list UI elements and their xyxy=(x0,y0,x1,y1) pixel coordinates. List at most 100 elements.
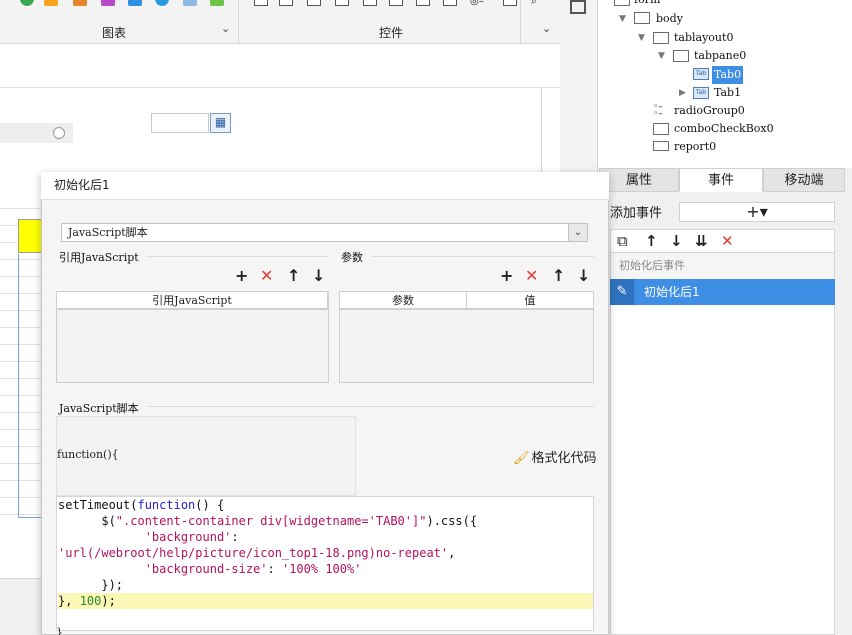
date-control-icon[interactable] xyxy=(363,0,377,6)
tree-node-tab1[interactable]: Tab1 xyxy=(714,84,741,102)
copy-icon[interactable]: ⧉ xyxy=(617,233,628,249)
js-script-section-label: JavaScript脚本 xyxy=(59,402,139,415)
image-control-icon[interactable] xyxy=(416,0,430,6)
move-to-bottom-icon[interactable]: ⇊ xyxy=(695,233,708,249)
chevron-down-icon[interactable]: ⌄ xyxy=(568,224,587,241)
search-control-icon[interactable]: ⌕ xyxy=(531,0,545,8)
event-item-label: 初始化后1 xyxy=(644,285,700,299)
gauge-chart-icon[interactable] xyxy=(155,0,169,6)
calendar-icon[interactable]: ▦ xyxy=(210,113,231,133)
more-charts-icon[interactable] xyxy=(210,0,224,6)
ribbon-toolbar: 图表 ⌄ ◎– ⌕ 控件 ⌄ xyxy=(0,0,560,44)
report-cell[interactable] xyxy=(18,219,42,253)
ribbon-group-controls-label: 控件 xyxy=(379,26,404,40)
section-divider xyxy=(147,406,594,407)
layout-grid-icon[interactable] xyxy=(570,0,586,14)
combo-checkbox-icon xyxy=(653,123,669,135)
tree-node-tablayout[interactable]: tablayout0 xyxy=(674,29,733,47)
body-icon xyxy=(634,12,650,24)
chevron-down-icon[interactable]: ⌄ xyxy=(542,22,551,35)
tree-node-combocheckbox[interactable]: comboCheckBox0 xyxy=(674,120,774,138)
params-table: 参数 值 xyxy=(339,291,594,383)
radio-control-icon[interactable]: ◎– xyxy=(470,0,484,8)
section-divider xyxy=(146,256,328,257)
dialog-title: 初始化后1 xyxy=(41,172,609,200)
chevron-down-icon[interactable]: ▼ xyxy=(619,14,626,24)
report-widget-frame xyxy=(18,254,42,518)
value-column-header[interactable]: 值 xyxy=(467,292,593,310)
chevron-down-icon[interactable]: ⌄ xyxy=(221,22,230,35)
label-control-icon[interactable] xyxy=(443,0,457,6)
code-line-6: }); xyxy=(58,578,124,592)
tab-properties[interactable]: 属性 xyxy=(599,168,679,192)
format-code-label: 格式化代码 xyxy=(531,451,597,466)
pie-chart-icon[interactable] xyxy=(20,0,34,6)
chevron-down-icon[interactable]: ▼ xyxy=(638,33,645,43)
tree-node-report[interactable]: report0 xyxy=(674,138,716,156)
ref-js-section-label: 引用JavaScript xyxy=(59,251,139,264)
button-control-icon[interactable] xyxy=(254,0,268,6)
ribbon-divider xyxy=(238,0,239,44)
tree-node-tab0[interactable]: Tab0 xyxy=(712,66,744,84)
add-icon[interactable]: + xyxy=(500,268,513,284)
report-icon xyxy=(653,141,669,151)
number-control-icon[interactable] xyxy=(389,0,403,6)
delete-icon[interactable]: ✕ xyxy=(525,268,538,284)
event-group-label: 初始化后事件 xyxy=(610,253,835,279)
widget-tree: form ▼ body ▼ tablayout0 ▼ tabpane0 Tab … xyxy=(599,0,852,168)
format-code-button[interactable]: 🖌 格式化代码 xyxy=(513,447,597,466)
ref-js-table: 引用JavaScript xyxy=(56,291,329,383)
bar-chart-icon[interactable] xyxy=(44,0,58,6)
code-line-7: }, 100); xyxy=(58,593,593,609)
arrow-up-icon[interactable]: ↑ xyxy=(552,268,565,284)
add-event-button[interactable]: +▾ xyxy=(679,202,835,222)
ribbon-group-chart-label: 图表 xyxy=(102,26,127,40)
code-line-4: 'url(/webroot/help/picture/icon_top1-18.… xyxy=(58,546,456,560)
params-section-label: 参数 xyxy=(341,251,363,264)
tab-mobile[interactable]: 移动端 xyxy=(763,168,845,192)
event-list-item[interactable]: ✎ 初始化后1 xyxy=(610,279,835,305)
code-line-5: 'background-size': '100% 100%' xyxy=(144,562,362,576)
add-event-label: 添加事件 xyxy=(610,206,663,221)
tree-node-radiogroup[interactable]: radioGroup0 xyxy=(674,102,745,120)
event-toolbar: ⧉ ↑ ↓ ⇊ ✕ xyxy=(610,229,835,253)
list-control-icon[interactable] xyxy=(503,0,517,6)
arrow-down-icon[interactable]: ↓ xyxy=(312,268,325,284)
map-chart-icon[interactable] xyxy=(183,0,197,6)
arrow-down-icon[interactable]: ↓ xyxy=(670,233,683,249)
date-field-widget[interactable] xyxy=(151,113,209,133)
event-list xyxy=(610,305,835,635)
script-type-select[interactable]: JavaScript脚本 xyxy=(61,223,588,242)
function-closing-brace: } xyxy=(56,626,63,635)
arrow-up-icon[interactable]: ↑ xyxy=(287,268,300,284)
combobox-control-icon[interactable] xyxy=(335,0,349,6)
canvas-header xyxy=(0,44,560,88)
function-header-text: function(){ xyxy=(57,448,119,461)
delete-icon[interactable]: ✕ xyxy=(260,268,273,284)
area-chart-icon[interactable] xyxy=(128,0,142,6)
stacked-bar-icon[interactable] xyxy=(73,0,87,6)
tab-icon: Tab xyxy=(693,87,709,99)
arrow-down-icon[interactable]: ↓ xyxy=(577,268,590,284)
tree-node-tabpane[interactable]: tabpane0 xyxy=(694,47,746,65)
arrow-up-icon[interactable]: ↑ xyxy=(645,233,658,249)
code-editor[interactable]: setTimeout(function() { $(".content-cont… xyxy=(56,496,594,631)
code-line-1: setTimeout(function() { xyxy=(58,498,225,512)
chevron-down-icon[interactable]: ▼ xyxy=(658,51,665,61)
tab-control-icon[interactable] xyxy=(279,0,293,6)
add-icon[interactable]: + xyxy=(235,268,248,284)
ribbon-divider xyxy=(520,0,521,44)
code-line-3: 'background': xyxy=(144,530,239,544)
delete-icon[interactable]: ✕ xyxy=(721,233,734,249)
scatter-chart-icon[interactable] xyxy=(101,0,115,6)
radio-button-icon[interactable] xyxy=(53,127,65,139)
tree-node-form[interactable]: form xyxy=(634,0,660,9)
edit-pencil-icon[interactable]: ✎ xyxy=(610,279,634,305)
chevron-right-icon[interactable]: ▶ xyxy=(679,88,686,98)
params-column-header[interactable]: 参数 xyxy=(340,292,467,310)
radio-group-icon: ◦– ◦– xyxy=(653,102,663,119)
textfield-control-icon[interactable] xyxy=(307,0,321,6)
ref-js-column-header[interactable]: 引用JavaScript xyxy=(57,292,328,310)
tab-events[interactable]: 事件 xyxy=(679,168,763,192)
tree-node-body[interactable]: body xyxy=(656,10,683,28)
